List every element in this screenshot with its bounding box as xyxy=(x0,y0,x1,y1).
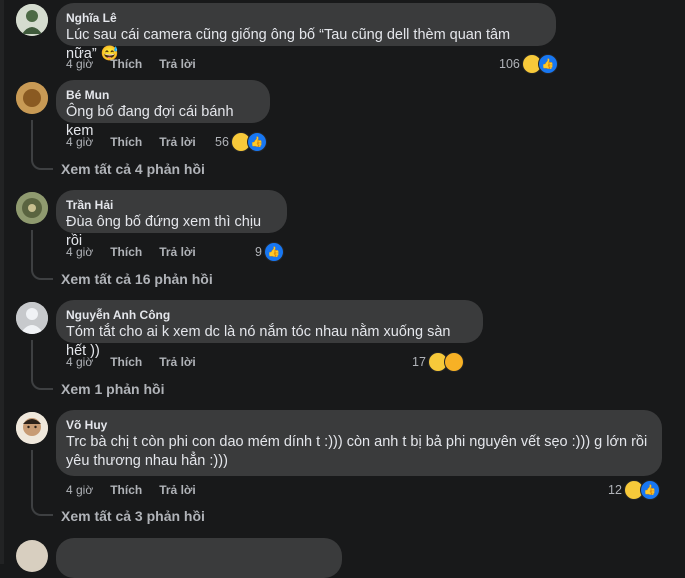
like-button[interactable]: Thích xyxy=(110,56,142,72)
comment-time[interactable]: 4 giờ xyxy=(66,134,93,150)
thread-line xyxy=(31,120,33,160)
comment-actions: 4 giờ Thích Trả lời xyxy=(66,482,196,498)
view-replies-link[interactable]: Xem tất cả 16 phản hồi xyxy=(61,270,213,288)
comment-actions: 4 giờ Thích Trả lời xyxy=(66,354,196,370)
reaction-summary[interactable]: 17 xyxy=(412,352,464,372)
reaction-summary[interactable]: 106 👍 xyxy=(499,54,558,74)
comment-bubble: Võ Huy Trc bà chị t còn phi con dao mém … xyxy=(56,410,662,476)
reply-button[interactable]: Trả lời xyxy=(159,56,196,72)
view-replies-link[interactable]: Xem 1 phản hồi xyxy=(61,380,164,398)
comment-time[interactable]: 4 giờ xyxy=(66,244,93,260)
commenter-name[interactable]: Võ Huy xyxy=(66,417,650,433)
reply-button[interactable]: Trả lời xyxy=(159,354,196,370)
comment-time[interactable]: 4 giờ xyxy=(66,56,93,72)
care-icon xyxy=(443,352,464,372)
commenter-name[interactable]: Trần Hải xyxy=(66,197,275,213)
reaction-count: 56 xyxy=(215,135,229,149)
avatar[interactable] xyxy=(16,82,48,114)
reaction-count: 17 xyxy=(412,355,426,369)
thread-line xyxy=(31,230,33,270)
like-button[interactable]: Thích xyxy=(110,354,142,370)
reaction-count: 12 xyxy=(608,483,622,497)
like-icon: 👍 xyxy=(246,132,267,152)
comment-time[interactable]: 4 giờ xyxy=(66,354,93,370)
reply-connector xyxy=(31,268,53,280)
like-button[interactable]: Thích xyxy=(110,244,142,260)
comment-actions: 4 giờ Thích Trả lời xyxy=(66,56,196,72)
comment-bubble xyxy=(56,538,342,578)
comment-bubble: Bé Mun Ông bố đang đợi cái bánh kem xyxy=(56,80,270,139)
comment-bubble: Nguyễn Anh Công Tóm tắt cho ai k xem dc … xyxy=(56,300,483,359)
left-panel-edge xyxy=(0,0,4,564)
reply-connector xyxy=(31,158,53,170)
thread-line xyxy=(31,340,33,380)
reaction-summary[interactable]: 9 👍 xyxy=(255,242,284,262)
avatar[interactable] xyxy=(16,412,48,444)
like-icon: 👍 xyxy=(639,480,660,500)
reaction-summary[interactable]: 12 👍 xyxy=(608,480,660,500)
avatar[interactable] xyxy=(16,4,48,36)
reply-connector xyxy=(31,504,53,516)
comment-text: Trc bà chị t còn phi con dao mém dính t … xyxy=(66,434,648,469)
comment-bubble: Nghĩa Lê Lúc sau cái camera cũng giống ô… xyxy=(56,3,556,62)
reaction-summary[interactable]: 56 👍 xyxy=(215,132,267,152)
reply-button[interactable]: Trả lời xyxy=(159,482,196,498)
avatar[interactable] xyxy=(16,540,48,572)
comment-actions: 4 giờ Thích Trả lời xyxy=(66,134,196,150)
reply-button[interactable]: Trả lời xyxy=(159,134,196,150)
thread-line xyxy=(31,450,33,506)
commenter-name[interactable]: Nghĩa Lê xyxy=(66,10,544,26)
like-button[interactable]: Thích xyxy=(110,482,142,498)
commenter-name[interactable]: Bé Mun xyxy=(66,87,258,103)
comment-time[interactable]: 4 giờ xyxy=(66,482,93,498)
like-button[interactable]: Thích xyxy=(110,134,142,150)
comment-bubble: Trần Hải Đùa ông bố đứng xem thì chịu rồ… xyxy=(56,190,287,249)
reply-connector xyxy=(31,378,53,390)
reaction-count: 106 xyxy=(499,57,520,71)
like-icon: 👍 xyxy=(537,54,558,74)
reply-button[interactable]: Trả lời xyxy=(159,244,196,260)
view-replies-link[interactable]: Xem tất cả 3 phản hồi xyxy=(61,507,205,525)
comment-actions: 4 giờ Thích Trả lời xyxy=(66,244,196,260)
avatar[interactable] xyxy=(16,302,48,334)
reaction-count: 9 xyxy=(255,245,262,259)
view-replies-link[interactable]: Xem tất cả 4 phản hồi xyxy=(61,160,205,178)
like-icon: 👍 xyxy=(263,242,284,262)
avatar[interactable] xyxy=(16,192,48,224)
commenter-name[interactable]: Nguyễn Anh Công xyxy=(66,307,471,323)
